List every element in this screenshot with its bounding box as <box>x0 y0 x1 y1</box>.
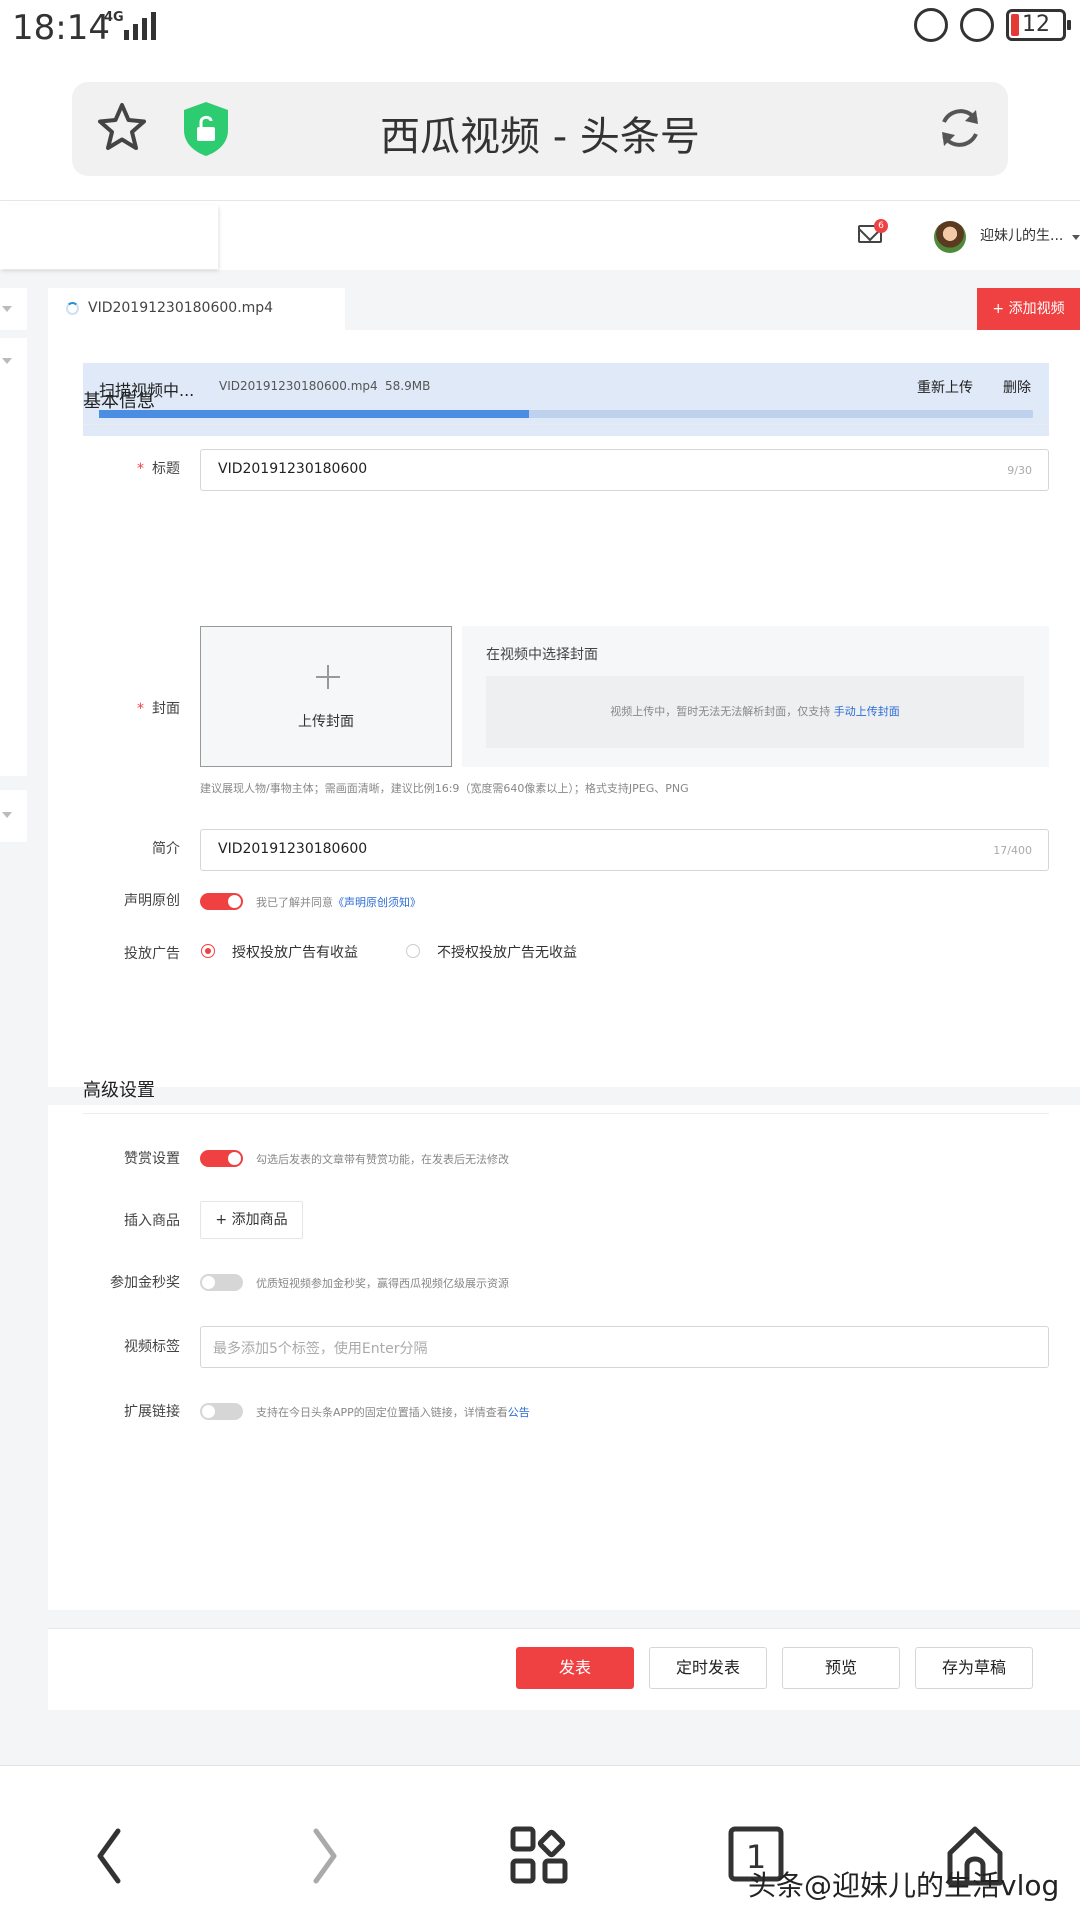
battery-icon: 12 <box>1006 9 1071 41</box>
network-type: 4G <box>104 10 124 25</box>
title-label: * 标题 <box>137 461 180 477</box>
basic-info-title: 基本信息 <box>83 391 155 412</box>
video-tags-placeholder: 最多添加5个标签，使用Enter分隔 <box>213 1341 428 1357</box>
watermark: 头条@迎妹儿的生活vlog <box>748 1869 1060 1902</box>
manual-upload-cover-link[interactable]: 手动上传封面 <box>834 705 900 718</box>
status-time: 18:14 <box>12 8 110 48</box>
extend-link-toggle[interactable] <box>200 1403 243 1420</box>
forward-icon[interactable] <box>290 1821 360 1891</box>
upload-filename: VID20191230180600.mp4 <box>219 379 378 393</box>
ads-yes-radio[interactable] <box>201 944 215 958</box>
cover-select-area: 视频上传中，暂时无法无法解析封面，仅支持 手动上传封面 <box>486 676 1024 748</box>
browser-url-bar[interactable]: 西瓜视频 - 头条号 <box>72 82 1008 176</box>
web-page: 6 迎妹儿的生... VID20191230180600.mp4 + 添加视频 … <box>0 200 1080 1765</box>
file-tab[interactable]: VID20191230180600.mp4 <box>48 288 345 330</box>
upload-progress-bar <box>99 410 1033 418</box>
cover-label: * 封面 <box>137 701 180 717</box>
sidebar-stub[interactable] <box>0 288 27 330</box>
mail-badge: 6 <box>874 219 888 233</box>
ads-no-radio[interactable] <box>406 944 420 958</box>
back-icon[interactable] <box>74 1821 144 1891</box>
intro-value: VID20191230180600 <box>218 841 368 857</box>
publish-button[interactable]: 发表 <box>516 1647 634 1689</box>
reward-label: 赞赏设置 <box>124 1151 180 1167</box>
plus-icon <box>316 665 340 689</box>
apps-grid-icon[interactable] <box>505 1821 575 1891</box>
lock-rotation-icon <box>914 8 948 42</box>
upload-progress-fill <box>99 410 529 418</box>
original-label: 声明原创 <box>124 893 180 909</box>
extend-link-hint: 支持在今日头条APP的固定位置插入链接，详情查看公告 <box>256 1406 530 1419</box>
original-hint: 我已了解并同意《声明原创须知》 <box>256 896 421 909</box>
add-video-button[interactable]: + 添加视频 <box>977 288 1080 330</box>
retry-upload-button[interactable]: 重新上传 <box>917 377 973 397</box>
announcement-link[interactable]: 公告 <box>508 1406 530 1419</box>
save-draft-button[interactable]: 存为草稿 <box>915 1647 1033 1689</box>
add-product-button[interactable]: + 添加商品 <box>200 1201 303 1239</box>
signal-icon <box>124 12 156 40</box>
title-char-count: 9/30 <box>1007 464 1032 477</box>
cover-select-title: 在视频中选择封面 <box>486 647 598 663</box>
chevron-down-icon[interactable] <box>1072 235 1080 240</box>
top-navigation: 6 迎妹儿的生... <box>0 200 1080 270</box>
user-name[interactable]: 迎妹儿的生... <box>980 225 1063 245</box>
golden-award-toggle[interactable] <box>200 1274 243 1291</box>
sidebar-stub[interactable] <box>0 790 27 842</box>
search-box[interactable] <box>0 205 218 269</box>
browser-title: 西瓜视频 - 头条号 <box>380 114 700 160</box>
chevron-down-icon <box>2 358 12 364</box>
file-tab-name: VID20191230180600.mp4 <box>88 300 274 316</box>
golden-award-hint: 优质短视频参加金秒奖，赢得西瓜视频亿级展示资源 <box>256 1277 509 1290</box>
ads-yes-label[interactable]: 授权投放广告有收益 <box>232 942 358 962</box>
alarm-icon <box>960 8 994 42</box>
ads-no-label[interactable]: 不授权投放广告无收益 <box>437 942 577 962</box>
chevron-down-icon <box>2 306 12 312</box>
preview-button[interactable]: 预览 <box>782 1647 900 1689</box>
video-tags-input[interactable]: 最多添加5个标签，使用Enter分隔 <box>200 1326 1049 1368</box>
original-terms-link[interactable]: 《声明原创须知》 <box>333 896 421 909</box>
status-bar: 18:14 4G 12 <box>0 0 1080 58</box>
intro-label: 简介 <box>152 841 180 857</box>
reward-toggle[interactable] <box>200 1150 243 1167</box>
reward-hint: 勾选后发表的文章带有赞赏功能，在发表后无法修改 <box>256 1153 509 1166</box>
upload-progress-box: 扫描视频中... VID20191230180600.mp4 58.9MB 重新… <box>83 363 1049 436</box>
divider <box>83 1113 1049 1114</box>
upload-size: 58.9MB <box>385 379 431 393</box>
loading-spinner-icon <box>66 302 79 315</box>
original-toggle[interactable] <box>200 893 243 910</box>
product-label: 插入商品 <box>124 1213 180 1229</box>
title-input[interactable]: VID20191230180600 9/30 <box>200 449 1049 491</box>
divider <box>83 424 1049 425</box>
video-tags-label: 视频标签 <box>124 1339 180 1355</box>
ads-label: 投放广告 <box>124 946 180 962</box>
extend-link-label: 扩展链接 <box>124 1404 180 1420</box>
delete-upload-button[interactable]: 删除 <box>1003 377 1031 397</box>
intro-char-count: 17/400 <box>993 844 1032 857</box>
title-value: VID20191230180600 <box>218 461 368 477</box>
cover-select-panel: 在视频中选择封面 视频上传中，暂时无法无法解析封面，仅支持 手动上传封面 <box>462 626 1049 767</box>
refresh-icon[interactable] <box>932 100 988 156</box>
upload-cover-label: 上传封面 <box>298 714 354 730</box>
upload-cover-button[interactable]: 上传封面 <box>200 626 452 767</box>
intro-input[interactable]: VID20191230180600 17/400 <box>200 829 1049 871</box>
golden-award-label: 参加金秒奖 <box>110 1275 180 1291</box>
cover-tip: 建议展现人物/事物主体；需画面清晰，建议比例16:9（宽度需640像素以上）；格… <box>200 782 689 795</box>
schedule-publish-button[interactable]: 定时发表 <box>649 1647 767 1689</box>
chevron-down-icon <box>2 812 12 818</box>
advanced-settings-title: 高级设置 <box>83 1080 155 1101</box>
avatar[interactable] <box>934 221 966 253</box>
